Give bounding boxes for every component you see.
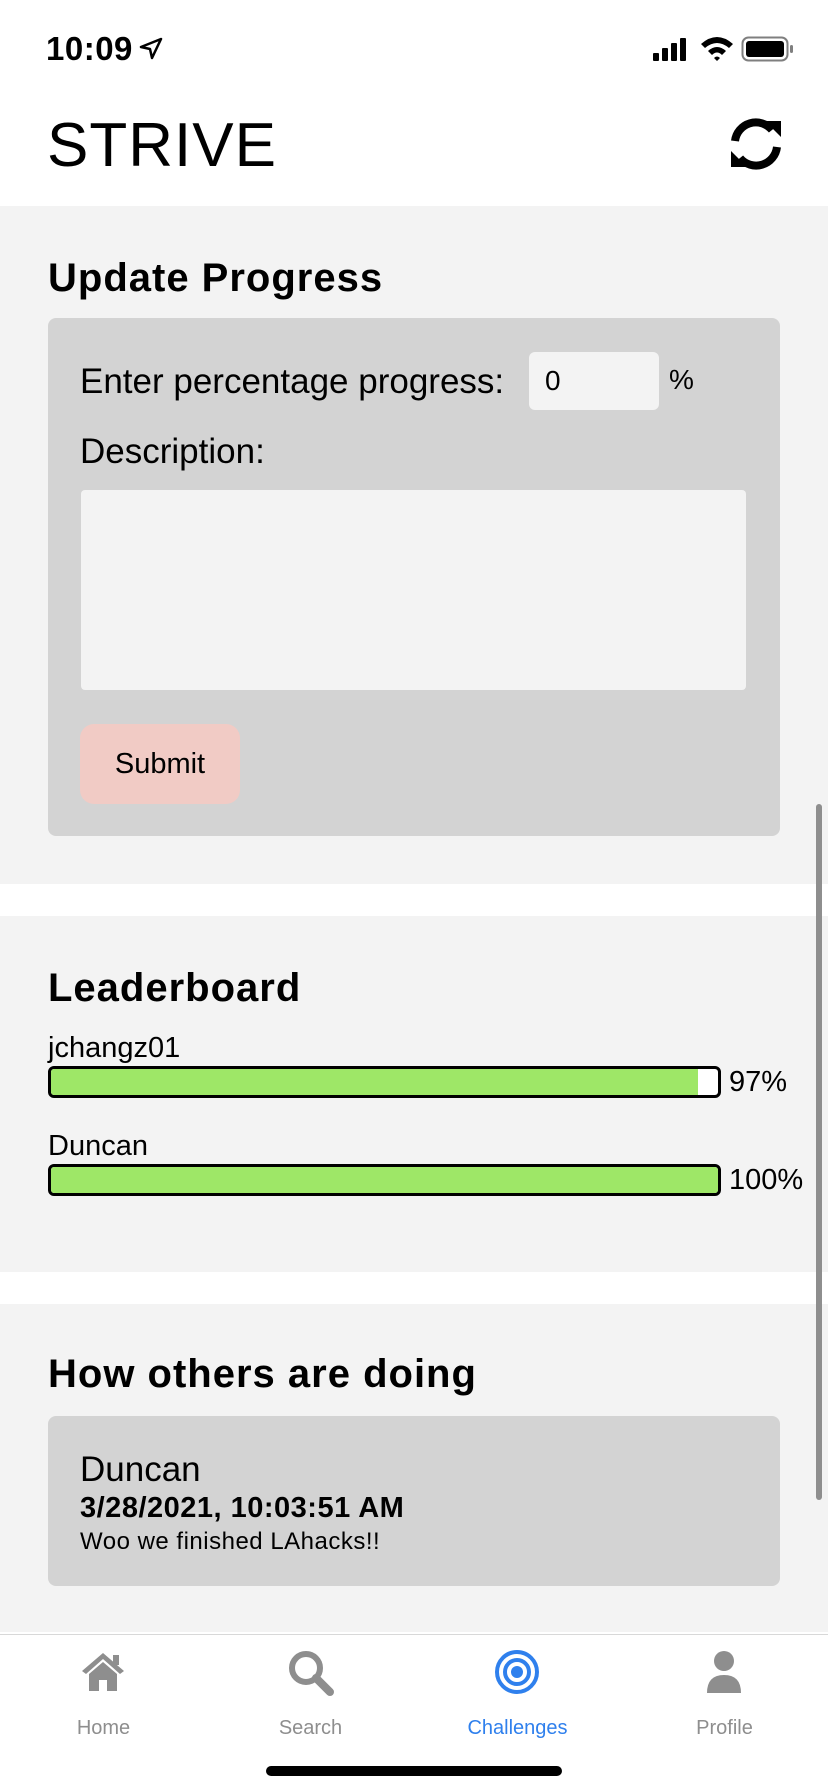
tab-label: Home: [76, 1717, 131, 1739]
description-textarea[interactable]: [81, 490, 746, 690]
others-section: How others are doing Duncan 3/28/2021, 1…: [0, 1304, 828, 1632]
leaderboard-title: Leaderboard: [48, 966, 302, 1010]
tab-challenges[interactable]: Challenges: [414, 1635, 621, 1755]
progress-bar-fill: [51, 1167, 718, 1193]
post-username: Duncan: [80, 1450, 201, 1489]
app-title: STRIVE: [47, 111, 277, 180]
progress-bar: [48, 1164, 721, 1196]
leaderboard-name: Duncan: [48, 1130, 148, 1162]
progress-percent: 100%: [729, 1164, 804, 1196]
post-card: Duncan 3/28/2021, 10:03:51 AM Woo we fin…: [48, 1416, 780, 1586]
progress-bar: [48, 1066, 721, 1098]
others-title: How others are doing: [48, 1352, 477, 1396]
tab-label: Challenges: [467, 1717, 568, 1739]
leaderboard-row: jchangz01 97%: [48, 1032, 828, 1098]
update-progress-section: Update Progress Enter percentage progres…: [0, 206, 828, 884]
magnifier-icon: [289, 1651, 334, 1696]
post-timestamp: 3/28/2021, 10:03:51 AM: [80, 1492, 405, 1524]
scrollbar[interactable]: [816, 804, 822, 1500]
status-time: 10:09: [46, 30, 133, 67]
person-icon: [707, 1651, 741, 1693]
submit-button[interactable]: Submit: [80, 724, 240, 804]
progress-percent: 97%: [729, 1066, 788, 1098]
percent-sign: %: [669, 364, 694, 395]
tab-label: Profile: [696, 1717, 753, 1739]
refresh-icon[interactable]: [726, 114, 786, 174]
percentage-label: Enter percentage progress:: [80, 362, 505, 401]
tab-search[interactable]: Search: [207, 1635, 414, 1755]
post-description: Woo we finished LAhacks!!: [80, 1528, 381, 1555]
description-label: Description:: [80, 432, 265, 471]
house-icon: [82, 1653, 124, 1691]
leaderboard-name: jchangz01: [48, 1032, 181, 1064]
leaderboard-section: Leaderboard jchangz01 97% Duncan 100%: [0, 916, 828, 1272]
tab-home[interactable]: Home: [0, 1635, 207, 1755]
leaderboard-row: Duncan 100%: [48, 1130, 828, 1196]
wifi-icon: [701, 37, 733, 61]
cellular-signal-icon: [653, 38, 686, 61]
update-progress-title: Update Progress: [48, 256, 384, 300]
app-header: STRIVE: [0, 100, 828, 206]
tab-profile[interactable]: Profile: [621, 1635, 828, 1755]
percentage-input[interactable]: [529, 352, 659, 410]
location-arrow-icon: [139, 37, 163, 60]
status-bar: 10:09: [0, 0, 828, 100]
battery-icon: [741, 36, 793, 62]
update-progress-card: Enter percentage progress: % Description…: [48, 318, 780, 836]
progress-bar-fill: [51, 1069, 698, 1095]
target-icon: [495, 1650, 539, 1694]
home-indicator: [266, 1766, 562, 1776]
tab-label: Search: [278, 1717, 343, 1739]
